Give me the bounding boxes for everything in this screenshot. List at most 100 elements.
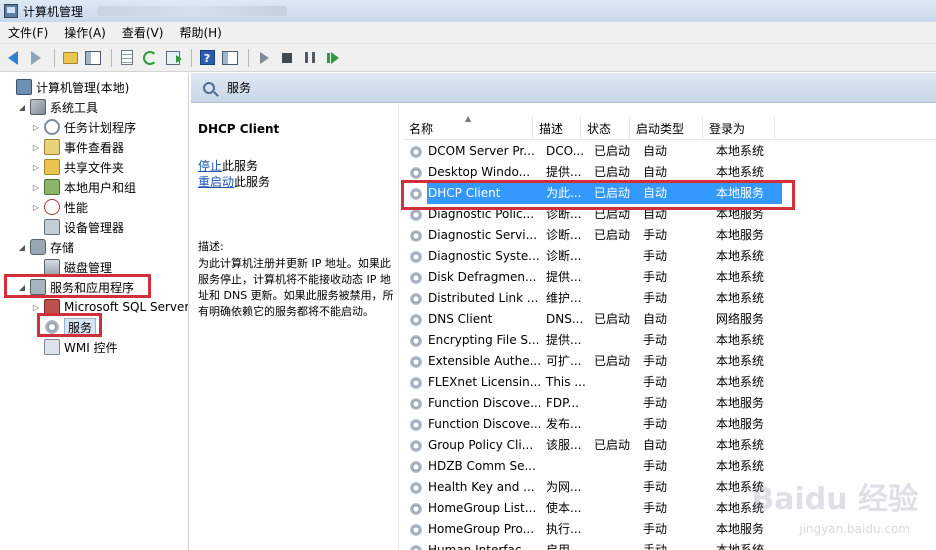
pause-service-button[interactable] — [300, 48, 320, 68]
tree-node[interactable]: 服务 — [31, 317, 97, 337]
properties-button[interactable] — [117, 48, 137, 68]
service-row[interactable]: Desktop Windo... 提供... 已启动 自动 本地系统 — [403, 162, 936, 183]
expand-icon[interactable]: ▷ — [31, 163, 41, 172]
menu-action[interactable]: 操作(A) — [56, 22, 114, 44]
collapse-icon[interactable]: ◢ — [17, 103, 27, 112]
help-button[interactable]: ? — [197, 48, 217, 68]
service-name: Health Key and ... — [428, 480, 535, 494]
up-folder-button[interactable] — [60, 48, 80, 68]
column-startup-type[interactable]: 启动类型 — [630, 116, 703, 140]
service-row[interactable]: Extensible Authe... 可扩... 已启动 手动 本地系统 — [403, 351, 936, 372]
tree-node[interactable]: ▷ 任务计划程序 — [31, 117, 136, 137]
service-row[interactable]: Function Discove... FDP... 手动 本地服务 — [403, 393, 936, 414]
service-desc: 诊断... — [546, 207, 582, 221]
service-row[interactable]: Human Interfac... 启用... 手动 本地系统 — [403, 540, 936, 550]
service-gear-icon — [409, 333, 423, 348]
service-row[interactable]: Diagnostic Syste... 诊断... 手动 本地系统 — [403, 246, 936, 267]
service-name: Disk Defragmen... — [428, 270, 537, 284]
show-tree-button[interactable] — [83, 48, 103, 68]
services-header: 服务 — [191, 73, 936, 103]
start-service-button[interactable] — [254, 48, 274, 68]
service-status — [588, 288, 637, 309]
column-name[interactable]: ▲ 名称 — [403, 114, 533, 140]
column-status[interactable]: 状态 — [581, 116, 630, 140]
tree-node-label: 共享文件夹 — [64, 160, 125, 175]
service-row[interactable]: Group Policy Cli... 该服... 已启动 自动 本地系统 — [403, 435, 936, 456]
tree-node[interactable]: ▷ 本地用户和组 — [31, 177, 136, 197]
tree-node[interactable]: 计算机管理(本地) — [3, 77, 129, 97]
action-pane-button[interactable] — [220, 48, 240, 68]
service-row[interactable]: FLEXnet Licensin... This ... 手动 本地系统 — [403, 372, 936, 393]
stop-service-button[interactable] — [277, 48, 297, 68]
column-log-on-as[interactable]: 登录为 — [703, 116, 775, 140]
service-gear-icon — [409, 501, 423, 516]
service-row[interactable]: Encrypting File S... 提供... 手动 本地系统 — [403, 330, 936, 351]
service-logon: 本地系统 — [716, 291, 765, 305]
service-row[interactable]: Diagnostic Polic... 诊断... 已启动 自动 本地服务 — [403, 204, 936, 225]
back-button[interactable] — [3, 48, 23, 68]
tree-node[interactable]: ▷ 共享文件夹 — [31, 157, 124, 177]
service-gear-icon — [409, 270, 423, 285]
expand-icon[interactable]: ▷ — [31, 143, 41, 152]
menu-file[interactable]: 文件(F) — [0, 22, 56, 44]
expand-icon[interactable]: ▷ — [31, 123, 41, 132]
tree-node[interactable]: ◢ 存储 — [17, 237, 74, 257]
service-row[interactable]: DNS Client DNS... 已启动 自动 网络服务 — [403, 309, 936, 330]
service-desc: 为此... — [540, 183, 588, 204]
restart-service-button[interactable] — [323, 48, 343, 68]
service-row[interactable]: Distributed Link ... 维护... 手动 本地系统 — [403, 288, 936, 309]
wmi-icon — [44, 339, 60, 355]
tree-node[interactable]: WMI 控件 — [31, 337, 118, 357]
tree-node[interactable]: ▷ 事件查看器 — [31, 137, 124, 157]
service-row[interactable]: Disk Defragmen... 提供... 手动 本地系统 — [403, 267, 936, 288]
service-status: 已启动 — [588, 183, 637, 204]
tree-node[interactable]: 设备管理器 — [31, 217, 124, 237]
service-name: DHCP Client — [427, 183, 540, 204]
service-gear-icon — [409, 207, 423, 222]
stop-service-link[interactable]: 停止 — [198, 159, 222, 173]
console-tree-icon — [85, 50, 101, 65]
menu-view[interactable]: 查看(V) — [114, 22, 172, 44]
services-apps-icon — [30, 279, 46, 295]
expand-icon[interactable]: ▷ — [31, 183, 41, 192]
forward-button[interactable] — [26, 48, 46, 68]
tree-node[interactable]: ◢ 服务和应用程序 — [17, 277, 134, 297]
service-description: 为此计算机注册并更新 IP 地址。如果此服务停止，计算机将不能接收动态 IP 地… — [198, 257, 394, 318]
tree-node[interactable]: ▷ 性能 — [31, 197, 88, 217]
service-startup-type: 手动 — [643, 291, 668, 305]
service-gear-icon — [409, 291, 423, 306]
restart-service-link[interactable]: 重启动 — [198, 175, 234, 189]
restart-icon — [327, 51, 339, 64]
service-startup-type: 自动 — [643, 144, 668, 158]
column-description[interactable]: 描述 — [533, 116, 581, 140]
expand-icon[interactable]: ▷ — [31, 303, 41, 312]
expand-icon[interactable]: ▷ — [31, 203, 41, 212]
computer-management-icon — [4, 4, 18, 18]
tree-node[interactable]: ◢ 系统工具 — [17, 97, 98, 117]
device-manager-icon — [44, 219, 60, 235]
service-name: Diagnostic Syste... — [428, 249, 540, 263]
menu-help[interactable]: 帮助(H) — [171, 22, 229, 44]
stop-icon — [282, 52, 292, 63]
service-row[interactable]: DHCP Client 为此... 已启动 自动 本地服务 — [403, 183, 936, 204]
service-row[interactable]: DCOM Server Pr... DCO... 已启动 自动 本地系统 — [403, 141, 936, 162]
service-gear-icon — [409, 396, 423, 411]
service-status — [588, 372, 637, 393]
service-gear-icon — [409, 438, 423, 453]
collapse-icon[interactable]: ◢ — [17, 283, 27, 292]
collapse-icon[interactable]: ◢ — [17, 243, 27, 252]
service-desc: 可扩... — [546, 354, 582, 368]
export-list-button[interactable] — [163, 48, 183, 68]
tree-node[interactable]: ▷ Microsoft SQL Server — [31, 297, 188, 317]
service-status — [588, 246, 637, 267]
refresh-button[interactable] — [140, 48, 160, 68]
service-desc: 为网... — [546, 480, 582, 494]
service-row[interactable]: Function Discove... 发布... 手动 本地服务 — [403, 414, 936, 435]
service-row[interactable]: Diagnostic Servi... 诊断... 已启动 手动 本地服务 — [403, 225, 936, 246]
service-desc: 诊断... — [546, 249, 582, 263]
tree-node[interactable]: 磁盘管理 — [31, 257, 112, 277]
restart-service-action: 重启动此服务 — [198, 174, 392, 190]
service-name: Group Policy Cli... — [428, 438, 534, 452]
service-desc: 维护... — [546, 291, 582, 305]
clock-icon — [44, 119, 60, 135]
